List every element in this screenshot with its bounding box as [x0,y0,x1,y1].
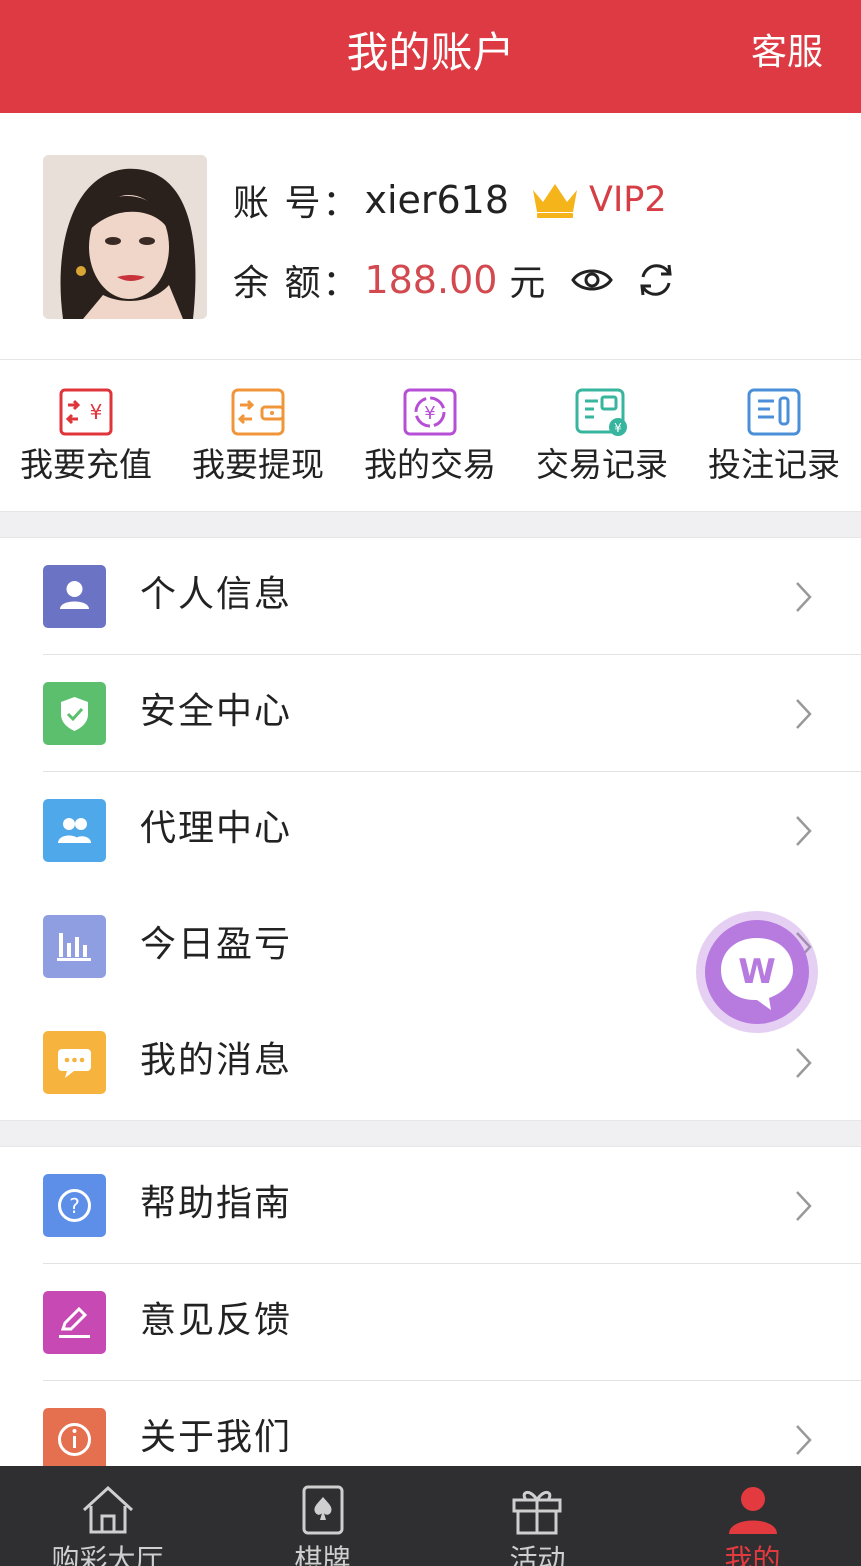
menu-item-feedback[interactable]: 意见反馈 [0,1264,861,1381]
customer-service-button[interactable]: 客服 [751,30,823,76]
chevron-right-icon [796,1048,812,1078]
message-icon [43,1031,106,1094]
quick-label: 我的交易 [364,445,496,484]
transaction-record-icon: ¥ [575,388,627,436]
shield-icon [43,682,106,745]
quick-label: 我要充值 [20,445,152,484]
chevron-right-icon [796,1425,812,1455]
recharge-icon: ¥ [59,388,113,436]
account-value: xier618 [364,178,510,222]
svg-text:?: ? [69,1194,80,1218]
vip-badge: VIP2 [589,180,667,220]
quick-actions: ¥ 我要充值 我要提现 ¥ 我的交易 ¥ 交易记录 投注记录 [0,361,861,511]
quick-label: 投注记录 [708,445,840,484]
agent-icon [43,799,106,862]
help-icon: ? [43,1174,106,1237]
feedback-icon [43,1291,106,1354]
menu-label: 帮助指南 [140,1183,293,1224]
floating-chat-button[interactable]: W [696,911,818,1033]
section-divider [0,511,861,538]
quick-withdraw[interactable]: 我要提现 [172,361,344,511]
tab-label: 活动 [509,1543,566,1566]
quick-recharge[interactable]: ¥ 我要充值 [0,361,172,511]
info-icon [43,1408,106,1471]
section-divider [0,1120,861,1147]
tab-label: 我的 [724,1543,781,1566]
currency-unit: 元 [509,263,546,304]
bottom-tab-bar: 购彩大厅 棋牌 活动 我的 [0,1466,861,1566]
tab-label: 棋牌 [294,1543,351,1566]
menu-label: 我的消息 [140,1040,293,1081]
menu-label: 今日盈亏 [140,924,293,965]
card-icon [302,1485,344,1535]
chevron-right-icon [796,582,812,612]
svg-text:¥: ¥ [614,421,622,435]
menu-item-personal-info[interactable]: 个人信息 [0,538,861,655]
home-icon [82,1485,134,1534]
quick-label: 我要提现 [192,445,324,484]
menu-label: 代理中心 [140,808,293,849]
quick-bet-record[interactable]: 投注记录 [688,361,860,511]
svg-text:¥: ¥ [90,400,103,424]
user-icon [43,565,106,628]
avatar[interactable] [43,155,207,319]
eye-icon[interactable] [571,259,614,301]
svg-text:W: W [738,952,776,992]
account-row: 账 号： xier618 VIP2 [233,175,667,225]
withdraw-icon [231,388,285,436]
quick-transaction-record[interactable]: ¥ 交易记录 [516,361,688,511]
menu-item-agent-center[interactable]: 代理中心 [0,772,861,889]
tab-lottery-hall[interactable]: 购彩大厅 [0,1466,215,1566]
menu-label: 个人信息 [140,574,293,615]
tab-mine[interactable]: 我的 [645,1466,860,1566]
bet-record-icon [747,388,801,436]
balance-label: 余 额： [233,263,361,304]
transaction-icon: ¥ [403,388,457,436]
chevron-right-icon [796,699,812,729]
tab-activities[interactable]: 活动 [430,1466,645,1566]
svg-text:¥: ¥ [424,403,435,424]
page-title: 我的账户 [346,28,515,77]
quick-transaction[interactable]: ¥ 我的交易 [344,361,516,511]
menu-label: 安全中心 [140,691,293,732]
chevron-right-icon [796,816,812,846]
menu-item-security-center[interactable]: 安全中心 [0,655,861,772]
crown-icon [529,180,581,220]
menu-label: 意见反馈 [140,1300,293,1341]
bar-chart-icon [43,915,106,978]
app-header: 我的账户 客服 [0,0,861,113]
menu-label: 关于我们 [140,1417,293,1458]
balance-value: 188.00 [364,258,498,302]
quick-label: 交易记录 [536,445,668,484]
tab-chess-cards[interactable]: 棋牌 [215,1466,430,1566]
account-label: 账 号： [233,183,361,224]
chevron-right-icon [796,1191,812,1221]
tab-label: 购彩大厅 [51,1543,164,1566]
chat-w-icon: W [721,938,793,1010]
gift-icon [512,1491,562,1535]
refresh-icon[interactable] [635,259,677,301]
user-profile-icon [729,1487,777,1534]
profile-card: 账 号： xier618 VIP2 余 额： 188.00 元 [0,113,861,360]
balance-row: 余 额： 188.00 元 [233,255,677,305]
menu-item-help-guide[interactable]: ? 帮助指南 [0,1147,861,1264]
